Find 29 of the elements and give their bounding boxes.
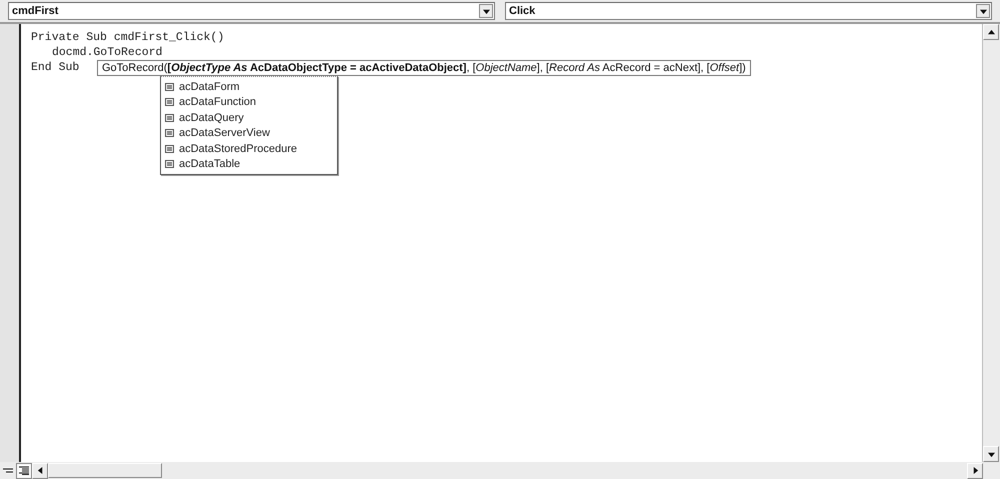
member-list-item[interactable]: acDataTable <box>161 156 337 172</box>
constant-icon <box>165 160 174 168</box>
constant-icon <box>165 82 174 91</box>
object-dropdown[interactable]: cmdFirst <box>8 2 495 20</box>
dropdown-arrow-icon <box>980 8 986 14</box>
lines-icon <box>3 466 13 475</box>
module-view-button[interactable] <box>16 462 32 478</box>
member-list-item[interactable]: acDataForm <box>161 79 337 94</box>
code-line: docmd.GoToRecord <box>51 45 162 60</box>
member-list-item[interactable]: acDataStoredProcedure <box>161 141 337 156</box>
procedure-dropdown[interactable]: Click <box>505 2 992 20</box>
member-list-item[interactable]: acDataFunction <box>161 94 337 110</box>
code-line: End Sub <box>31 60 80 75</box>
constant-icon <box>165 98 174 106</box>
scroll-down-icon <box>988 450 994 458</box>
constant-icon <box>165 144 174 153</box>
lines-icon <box>19 466 29 475</box>
horizontal-scrollbar[interactable] <box>32 462 983 478</box>
constant-icon <box>165 114 174 122</box>
code-line: Private Sub cmdFirst_Click() <box>31 30 224 45</box>
parameter-tooltip: GoToRecord([ObjectType As AcDataObjectType = acActiveDataObject], [ObjectName], [Record As AcRecord = acNext], [Offset]) <box>97 60 751 76</box>
member-list-item[interactable]: acDataQuery <box>161 110 337 126</box>
vertical-scrollbar[interactable] <box>982 24 1000 462</box>
constant-icon <box>165 129 174 138</box>
scroll-up-icon <box>988 28 994 36</box>
scroll-right-icon <box>972 467 978 474</box>
scroll-left-icon <box>36 467 44 474</box>
dropdown-arrow-icon <box>482 8 490 14</box>
member-list-item[interactable]: acDataServerView <box>161 126 337 141</box>
